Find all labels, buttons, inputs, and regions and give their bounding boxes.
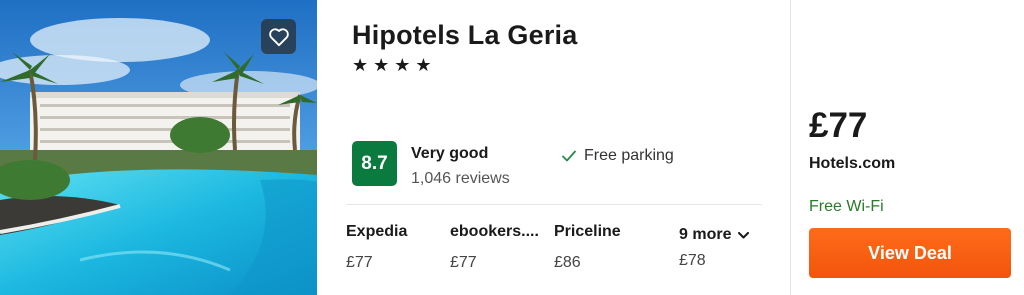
divider [346, 204, 762, 205]
hotel-result-card: Hipotels La Geria ★ ★ ★ ★ 8.7 Very good … [0, 0, 1024, 295]
star-icon: ★ [352, 55, 369, 75]
provider-priceline[interactable]: Priceline £86 [554, 223, 674, 272]
provider-ebookers[interactable]: ebookers.... £77 [450, 223, 570, 272]
deal-site: Hotels.com [809, 155, 896, 172]
star-icon: ★ [415, 55, 432, 75]
hotel-name[interactable]: Hipotels La Geria [352, 20, 577, 51]
star-icon: ★ [394, 55, 411, 75]
provider-price: £77 [450, 254, 477, 271]
more-providers-price: £78 [679, 252, 706, 269]
divider [790, 0, 791, 295]
provider-price: £86 [554, 254, 581, 271]
amenity-free-parking: Free parking [562, 147, 674, 165]
deal-perk: Free Wi-Fi [809, 198, 884, 215]
check-icon [562, 150, 576, 162]
hotel-photo[interactable] [0, 0, 317, 295]
provider-name: ebookers.... [450, 223, 539, 240]
more-providers-button[interactable]: 9 more [679, 226, 750, 244]
rating-label: Very good [411, 145, 489, 162]
review-count[interactable]: 1,046 reviews [411, 170, 510, 188]
deal-price: £77 [809, 106, 868, 145]
more-label: 9 more [679, 226, 732, 243]
view-deal-button[interactable]: View Deal [809, 228, 1011, 278]
provider-name: Expedia [346, 223, 408, 240]
heart-icon [268, 27, 289, 46]
provider-name: Priceline [554, 223, 621, 240]
favorite-button[interactable] [261, 19, 296, 54]
star-rating: ★ ★ ★ ★ [352, 55, 432, 75]
amenity-label: Free parking [584, 147, 674, 164]
star-icon: ★ [373, 55, 390, 75]
provider-price: £77 [346, 254, 373, 271]
provider-expedia[interactable]: Expedia £77 [346, 223, 466, 272]
chevron-down-icon [738, 231, 750, 238]
rating-score-badge: 8.7 [352, 141, 397, 186]
